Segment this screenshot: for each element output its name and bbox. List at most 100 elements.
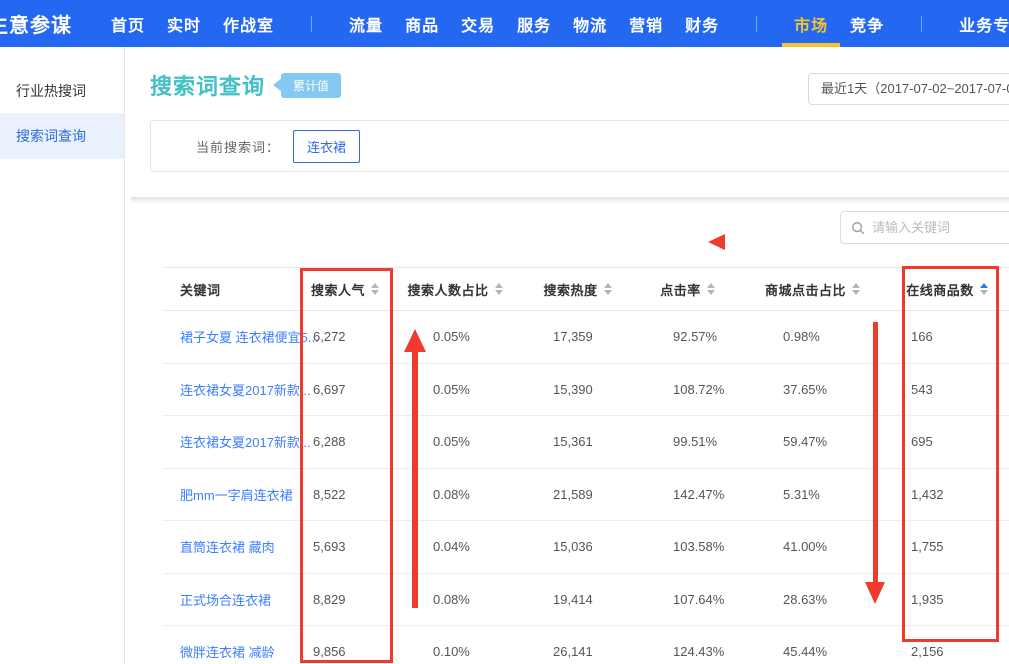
metric-cell: 108.72% <box>635 382 740 397</box>
nav-item-物流[interactable]: 物流 <box>562 0 618 47</box>
column-label: 点击率 <box>660 280 701 299</box>
cumulative-value-badge: 累计值 <box>281 73 341 98</box>
metric-cell: 6,697 <box>300 382 390 397</box>
current-search-card: 当前搜索词： 连衣裙 <box>150 120 1009 172</box>
keyword-search-input[interactable] <box>872 220 1002 235</box>
metric-cell: 1,935 <box>885 592 1009 607</box>
nav-item-流量[interactable]: 流量 <box>338 0 394 47</box>
nav-item-实时[interactable]: 实时 <box>156 0 212 47</box>
metric-cell: 8,829 <box>300 592 390 607</box>
nav-item-商品[interactable]: 商品 <box>394 0 450 47</box>
date-range-label: 最近1天（2017-07-02~2017-07-02 <box>821 81 1009 96</box>
nav-menu: 首页实时作战室流量商品交易服务物流营销财务市场竞争业务专区取数 <box>100 0 1009 47</box>
metric-cell: 21,589 <box>520 487 635 502</box>
nav-item-财务[interactable]: 财务 <box>674 0 730 47</box>
metric-cell: 28.63% <box>740 592 885 607</box>
column-header-商城点击占比[interactable]: 商城点击占比 <box>740 280 885 299</box>
keyword-cell: 肥mm一字肩连衣裙 <box>163 485 300 504</box>
column-header-搜索人气[interactable]: 搜索人气 <box>300 280 390 299</box>
sidebar: 行业热搜词搜索词查询 <box>0 47 125 664</box>
metric-cell: 5.31% <box>740 487 885 502</box>
keyword-link[interactable]: 连衣裙女夏2017新款... <box>180 383 311 398</box>
nav-item-营销[interactable]: 营销 <box>618 0 674 47</box>
keyword-cell: 裙子女夏 连衣裙便宜5... <box>163 327 300 346</box>
metric-cell: 45.44% <box>740 644 885 659</box>
column-header-搜索人数占比[interactable]: 搜索人数占比 <box>390 280 520 299</box>
sort-icon[interactable] <box>604 283 612 295</box>
keyword-link[interactable]: 直筒连衣裙 藏肉 <box>180 540 275 555</box>
column-label: 商城点击占比 <box>765 280 846 299</box>
search-icon <box>851 221 865 235</box>
metric-cell: 6,288 <box>300 434 390 449</box>
metric-cell: 15,390 <box>520 382 635 397</box>
table-header-row: 关键词 搜索人气 搜索人数占比 搜索热度 点击率 商城点击占比 在线商品数 <box>163 267 1009 311</box>
metric-cell: 6,272 <box>300 329 390 344</box>
column-header-搜索热度[interactable]: 搜索热度 <box>520 280 635 299</box>
nav-item-业务专区[interactable]: 业务专区 <box>948 0 1009 47</box>
metric-cell: 1,432 <box>885 487 1009 502</box>
nav-item-交易[interactable]: 交易 <box>450 0 506 47</box>
metric-cell: 99.51% <box>635 434 740 449</box>
table-row: 裙子女夏 连衣裙便宜5...6,2720.05%17,35992.57%0.98… <box>163 311 1009 364</box>
metric-cell: 0.05% <box>390 434 520 449</box>
metric-cell: 26,141 <box>520 644 635 659</box>
metric-cell: 5,693 <box>300 539 390 554</box>
sort-icon[interactable] <box>852 283 860 295</box>
app-logo[interactable]: 生意参谋 <box>0 9 72 38</box>
metric-cell: 0.10% <box>390 644 520 659</box>
keyword-link[interactable]: 正式场合连衣裙 <box>180 593 271 608</box>
nav-item-服务[interactable]: 服务 <box>506 0 562 47</box>
metric-cell: 0.08% <box>390 592 520 607</box>
column-header-在线商品数[interactable]: 在线商品数 <box>885 280 1009 299</box>
metric-cell: 15,361 <box>520 434 635 449</box>
nav-item-市场[interactable]: 市场 <box>783 0 839 47</box>
column-label: 搜索人数占比 <box>407 280 488 299</box>
keyword-cell: 连衣裙女夏2017新款... <box>163 380 300 399</box>
nav-item-作战室[interactable]: 作战室 <box>212 0 285 47</box>
date-range-selector[interactable]: 最近1天（2017-07-02~2017-07-02 <box>808 73 1009 105</box>
current-keyword-chip[interactable]: 连衣裙 <box>293 130 360 163</box>
sidebar-item-搜索词查询[interactable]: 搜索词查询 <box>0 114 124 159</box>
metric-cell: 103.58% <box>635 539 740 554</box>
nav-divider <box>921 16 922 32</box>
metric-cell: 59.47% <box>740 434 885 449</box>
main-content: 搜索词查询 累计值 最近1天（2017-07-02~2017-07-02 当前搜… <box>125 47 1009 664</box>
column-label: 搜索人气 <box>311 280 365 299</box>
sidebar-item-行业热搜词[interactable]: 行业热搜词 <box>0 69 124 114</box>
nav-item-竞争[interactable]: 竞争 <box>839 0 895 47</box>
metric-cell: 166 <box>885 329 1009 344</box>
metric-cell: 1,755 <box>885 539 1009 554</box>
keyword-cell: 直筒连衣裙 藏肉 <box>163 537 300 556</box>
metric-cell: 0.04% <box>390 539 520 554</box>
nav-item-首页[interactable]: 首页 <box>100 0 156 47</box>
metric-cell: 107.64% <box>635 592 740 607</box>
table-body: 裙子女夏 连衣裙便宜5...6,2720.05%17,35992.57%0.98… <box>163 311 1009 664</box>
keyword-link[interactable]: 连衣裙女夏2017新款... <box>180 435 311 450</box>
table-row: 直筒连衣裙 藏肉5,6930.04%15,036103.58%41.00%1,7… <box>163 521 1009 574</box>
table-row: 连衣裙女夏2017新款...6,6970.05%15,390108.72%37.… <box>163 364 1009 417</box>
screen: 生意参谋 首页实时作战室流量商品交易服务物流营销财务市场竞争业务专区取数 行业热… <box>0 0 1009 664</box>
column-header-点击率[interactable]: 点击率 <box>635 280 740 299</box>
metric-cell: 0.98% <box>740 329 885 344</box>
table-row: 正式场合连衣裙8,8290.08%19,414107.64%28.63%1,93… <box>163 574 1009 627</box>
metric-cell: 124.43% <box>635 644 740 659</box>
column-header-关键词: 关键词 <box>163 280 300 299</box>
keyword-cell: 连衣裙女夏2017新款... <box>163 432 300 451</box>
sort-icon[interactable] <box>495 283 503 295</box>
table-row: 连衣裙女夏2017新款...6,2880.05%15,36199.51%59.4… <box>163 416 1009 469</box>
metric-cell: 2,156 <box>885 644 1009 659</box>
current-search-label: 当前搜索词： <box>196 137 280 156</box>
sort-icon[interactable] <box>980 283 988 295</box>
metric-cell: 17,359 <box>520 329 635 344</box>
column-label: 关键词 <box>180 280 221 299</box>
metric-cell: 0.05% <box>390 382 520 397</box>
keyword-link[interactable]: 肥mm一字肩连衣裙 <box>180 488 293 503</box>
sort-icon[interactable] <box>371 283 379 295</box>
metric-cell: 695 <box>885 434 1009 449</box>
sort-icon[interactable] <box>707 283 715 295</box>
keyword-link[interactable]: 裙子女夏 连衣裙便宜5... <box>180 330 319 345</box>
nav-divider <box>311 16 312 32</box>
keyword-link[interactable]: 微胖连衣裙 减龄 <box>180 645 275 660</box>
keyword-search-box[interactable] <box>840 211 1009 244</box>
metric-cell: 41.00% <box>740 539 885 554</box>
